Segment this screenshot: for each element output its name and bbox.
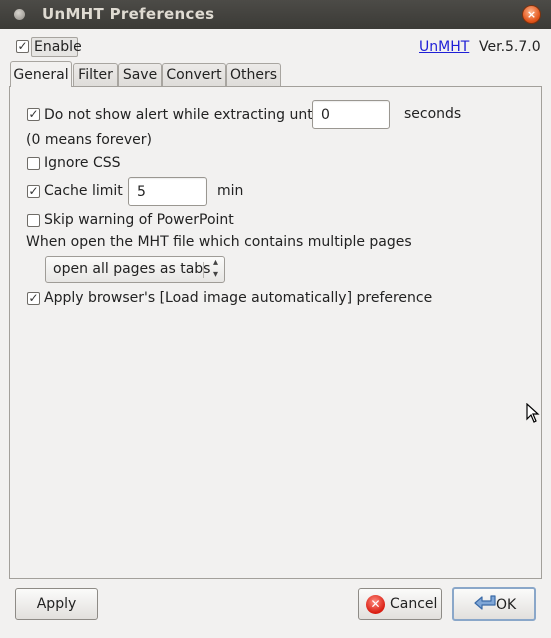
alert-note: (0 means forever)	[26, 132, 152, 148]
unmht-link[interactable]: UnMHT	[419, 39, 469, 55]
ok-button[interactable]: OK	[452, 587, 536, 621]
ignore-css-label[interactable]: Ignore CSS	[44, 155, 121, 171]
apply-button[interactable]: Apply	[15, 588, 98, 620]
tab-general[interactable]: General	[10, 61, 72, 87]
alert-checkbox[interactable]: ✓	[27, 108, 40, 121]
skip-ppt-label[interactable]: Skip warning of PowerPoint	[44, 212, 234, 228]
tab-others[interactable]: Others	[226, 63, 281, 87]
cancel-button-label: Cancel	[390, 596, 438, 612]
enable-label[interactable]: Enable	[34, 39, 82, 55]
alert-seconds-input[interactable]	[312, 100, 390, 129]
tab-save[interactable]: Save	[118, 63, 162, 87]
skip-ppt-checkbox[interactable]	[27, 214, 40, 227]
mouse-cursor-icon	[526, 403, 540, 423]
ignore-css-checkbox[interactable]	[27, 157, 40, 170]
cancel-button[interactable]: ✕ Cancel	[358, 588, 442, 620]
window-menu-icon[interactable]	[14, 9, 25, 20]
tab-filter[interactable]: Filter	[73, 63, 118, 87]
multi-pages-select[interactable]: open all pages as tabs ▴ ▾	[45, 256, 225, 283]
cache-limit-unit: min	[217, 183, 244, 199]
enable-checkbox[interactable]: ✓	[16, 40, 29, 53]
alert-unit-label: seconds	[404, 106, 462, 122]
cache-limit-label[interactable]: Cache limit	[44, 183, 123, 199]
apply-button-label: Apply	[36, 596, 77, 612]
version-label: Ver.5.7.0	[479, 39, 541, 55]
cache-limit-input[interactable]	[128, 177, 207, 206]
window-title: UnMHT Preferences	[42, 5, 215, 23]
close-window-icon[interactable]: ×	[522, 5, 541, 24]
cache-limit-checkbox[interactable]: ✓	[27, 185, 40, 198]
multi-pages-label: When open the MHT file which contains mu…	[26, 234, 412, 250]
select-arrows-icon: ▴ ▾	[212, 257, 218, 280]
alert-label[interactable]: Do not show alert while extracting until	[44, 107, 321, 123]
ok-arrow-icon	[474, 595, 496, 610]
cancel-icon: ✕	[366, 595, 385, 614]
tab-convert[interactable]: Convert	[162, 63, 226, 87]
load-image-label[interactable]: Apply browser's [Load image automaticall…	[44, 290, 432, 306]
title-bar: UnMHT Preferences ×	[0, 0, 551, 29]
multi-pages-selected-value: open all pages as tabs	[53, 261, 211, 277]
ok-button-label: OK	[496, 597, 517, 613]
load-image-checkbox[interactable]: ✓	[27, 292, 40, 305]
